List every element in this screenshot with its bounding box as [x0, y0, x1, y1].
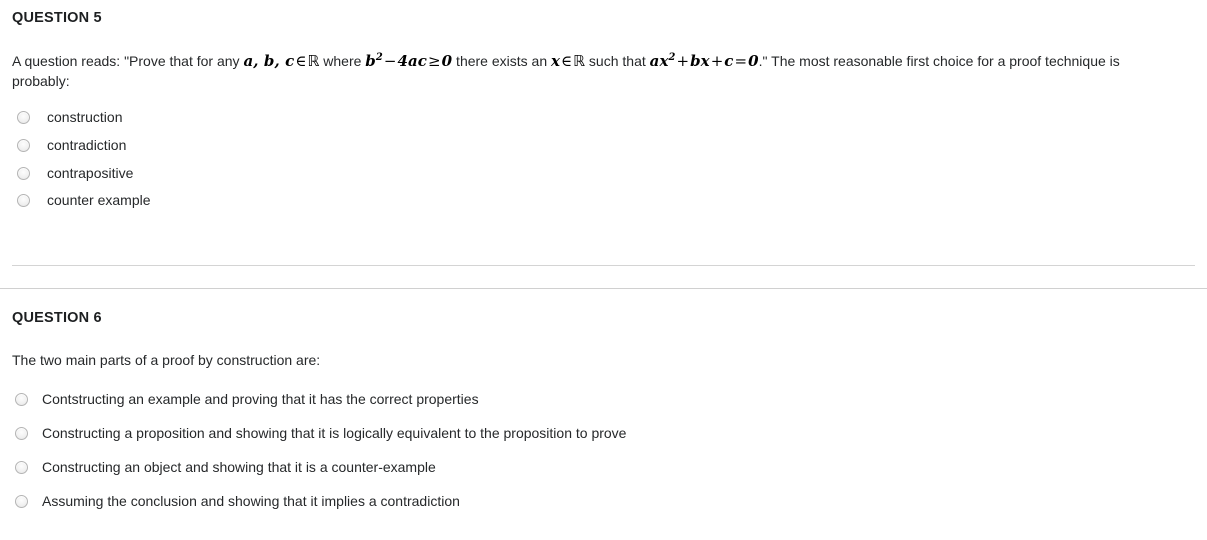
radio-button-icon[interactable] — [17, 138, 30, 152]
math-plus-icon-2: + — [710, 52, 724, 71]
quiz-page: QUESTION 5 A question reads: "Prove that… — [0, 0, 1207, 540]
divider-full — [0, 288, 1207, 289]
radio-button-icon[interactable] — [17, 110, 30, 124]
radio-button-icon[interactable] — [17, 166, 30, 180]
option-row[interactable]: Constructing a proposition and showing t… — [12, 417, 1195, 451]
option-label: counter example — [47, 192, 151, 209]
math-real-set-1: ℝ — [307, 52, 320, 71]
radio-button-icon[interactable] — [15, 494, 28, 508]
prompt-text-part-2: where — [319, 53, 366, 70]
radio-button-icon[interactable] — [15, 460, 28, 474]
math-c: c — [724, 52, 734, 71]
question-block-6: QUESTION 6 The two main parts of a proof… — [0, 300, 1207, 518]
prompt-text-part-4: such that — [585, 53, 650, 70]
option-label: contrapositive — [47, 164, 134, 181]
question-6-heading: QUESTION 6 — [12, 310, 102, 326]
question-6-prompt: The two main parts of a proof by constru… — [12, 352, 321, 369]
math-4ac: 4ac — [397, 52, 428, 71]
math-variable-x: x — [551, 52, 561, 71]
math-greater-equal-icon: ≥ — [428, 52, 441, 71]
prompt-text-part-3: there exists an — [452, 53, 551, 70]
math-zero-2: 0 — [748, 52, 759, 71]
option-label: Assuming the conclusion and showing that… — [42, 492, 460, 509]
option-row[interactable]: counter example — [12, 187, 1195, 215]
option-label: Contstructing an example and proving tha… — [42, 391, 479, 408]
math-element-of-icon-2: ∈ — [561, 52, 573, 71]
math-real-set-2: ℝ — [573, 52, 586, 71]
math-ax-squared: ax2 — [649, 52, 676, 71]
question-5-options: construction contradiction contrapositiv… — [12, 91, 1195, 215]
math-equals-icon: = — [734, 52, 748, 71]
radio-button-icon[interactable] — [15, 426, 28, 440]
prompt-text-part-1: A question reads: "Prove that for any — [12, 53, 244, 70]
question-5-heading: QUESTION 5 — [12, 10, 102, 26]
math-plus-icon-1: + — [676, 52, 690, 71]
question-5-prompt: A question reads: "Prove that for any a,… — [12, 28, 1172, 90]
math-zero-1: 0 — [441, 52, 453, 71]
math-element-of-icon: ∈ — [295, 52, 307, 71]
option-row[interactable]: contradiction — [12, 131, 1195, 159]
math-ax-exponent: 2 — [668, 52, 676, 64]
option-label: Constructing a proposition and showing t… — [42, 425, 627, 442]
option-label: Constructing an object and showing that … — [42, 458, 436, 475]
option-row[interactable]: construction — [12, 104, 1195, 132]
math-b-exponent: 2 — [375, 52, 383, 64]
math-variables-abc: a, b, c — [243, 52, 295, 71]
radio-button-icon[interactable] — [15, 393, 28, 407]
option-row[interactable]: Assuming the conclusion and showing that… — [12, 484, 1195, 518]
option-label: contradiction — [47, 136, 127, 153]
option-row[interactable]: contrapositive — [12, 159, 1195, 187]
option-row[interactable]: Constructing an object and showing that … — [12, 450, 1195, 484]
question-6-options: Contstructing an example and proving tha… — [12, 370, 1195, 518]
option-row[interactable]: Contstructing an example and proving tha… — [12, 383, 1195, 417]
math-minus-icon: − — [383, 52, 397, 71]
question-block-5: QUESTION 5 A question reads: "Prove that… — [0, 0, 1207, 215]
divider-inset — [12, 265, 1195, 266]
option-label: construction — [47, 109, 123, 126]
math-b-base: b2 — [365, 52, 383, 71]
radio-button-icon[interactable] — [17, 194, 30, 208]
math-bx: bx — [690, 52, 710, 71]
